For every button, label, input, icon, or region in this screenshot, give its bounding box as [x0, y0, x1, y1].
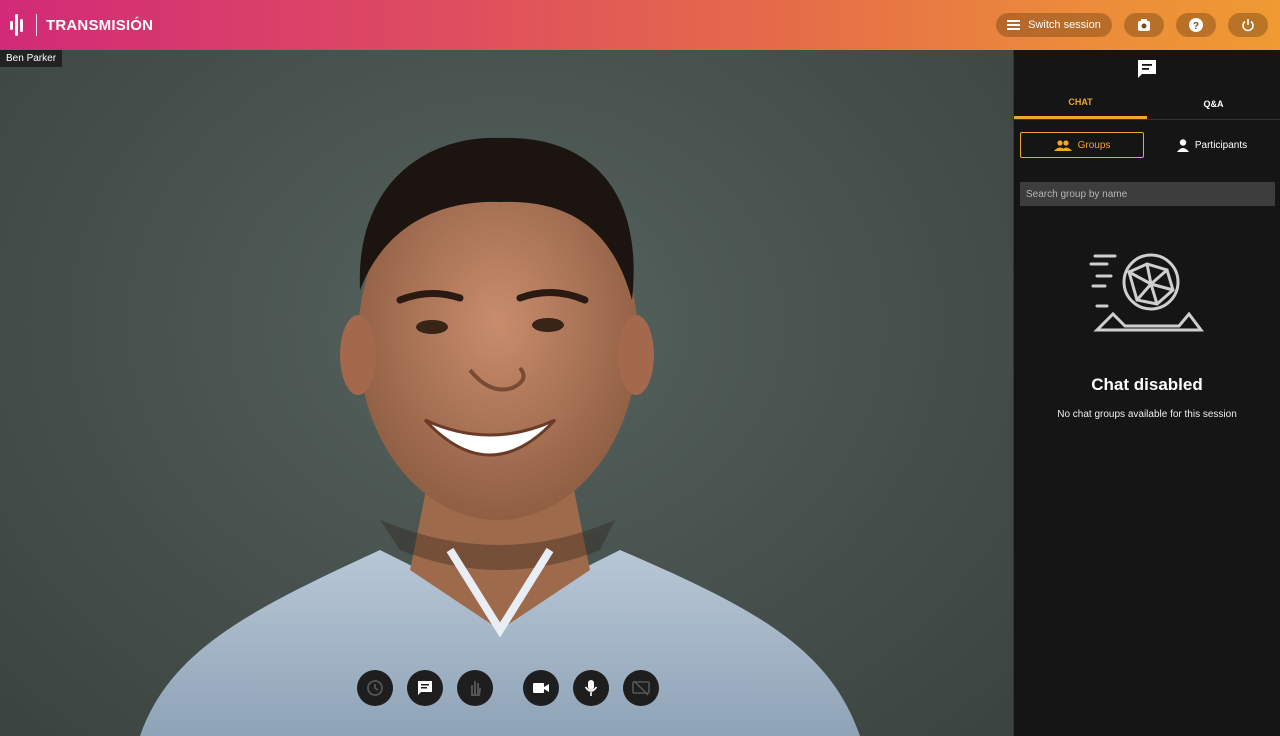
- chat-icon: [418, 681, 432, 695]
- hand-icon: [471, 681, 481, 696]
- chat-sidebar: CHAT Q&A Groups Participants Chat disabl…: [1013, 50, 1280, 736]
- search-group-input[interactable]: [1020, 182, 1275, 206]
- empty-state-title: Chat disabled: [1091, 375, 1203, 394]
- empty-state-subtitle: No chat groups available for this sessio…: [1057, 409, 1237, 420]
- subtab-groups[interactable]: Groups: [1020, 132, 1144, 158]
- chat-icon: [1138, 60, 1156, 78]
- switch-session-label: Switch session: [1028, 19, 1101, 31]
- screen-share-off-icon: [632, 680, 650, 696]
- app-logo: TRANSMISIÓN: [10, 0, 153, 50]
- chat-disabled-illustration-icon: [1089, 253, 1204, 332]
- video-camera-icon: [533, 683, 549, 693]
- switch-session-button[interactable]: Switch session: [996, 13, 1112, 37]
- subtab-participants-label: Participants: [1194, 139, 1248, 151]
- chat-subtabs: Groups Participants: [1014, 120, 1280, 158]
- group-icon: [1053, 139, 1072, 151]
- sidebar-header: [1014, 50, 1280, 88]
- power-icon: [1242, 19, 1254, 32]
- logo-divider: [36, 14, 37, 36]
- clock-button[interactable]: [357, 670, 393, 706]
- top-bar: TRANSMISIÓN Switch session ?: [0, 0, 1280, 50]
- participant-portrait: [140, 137, 860, 736]
- menu-icon: [1007, 20, 1021, 30]
- logo-bars-icon: [10, 14, 30, 36]
- power-button[interactable]: [1228, 13, 1268, 37]
- tab-chat[interactable]: CHAT: [1014, 88, 1147, 119]
- screen-share-button[interactable]: [623, 670, 659, 706]
- clock-icon: [367, 680, 383, 696]
- help-button[interactable]: ?: [1176, 13, 1216, 37]
- app-title: TRANSMISIÓN: [46, 16, 154, 34]
- sidebar-tabs: CHAT Q&A: [1014, 88, 1280, 120]
- participant-name-tag: Ben Parker: [0, 50, 63, 67]
- tab-qa[interactable]: Q&A: [1147, 88, 1280, 119]
- empty-state: Chat disabled No chat groups available f…: [1014, 250, 1280, 420]
- subtab-groups-label: Groups: [1077, 139, 1111, 151]
- chat-button[interactable]: [407, 670, 443, 706]
- microphone-button[interactable]: [573, 670, 609, 706]
- help-icon: ?: [1189, 18, 1203, 32]
- raise-hand-button[interactable]: [457, 670, 493, 706]
- microphone-icon: [584, 680, 598, 696]
- svg-text:?: ?: [1193, 21, 1199, 32]
- subtab-participants[interactable]: Participants: [1150, 132, 1274, 158]
- camera-switch-icon: [1138, 18, 1150, 31]
- camera-switch-button[interactable]: [1124, 13, 1164, 37]
- video-feed: [0, 50, 1013, 736]
- call-controls: [357, 670, 659, 706]
- camera-button[interactable]: [523, 670, 559, 706]
- person-icon: [1176, 138, 1189, 152]
